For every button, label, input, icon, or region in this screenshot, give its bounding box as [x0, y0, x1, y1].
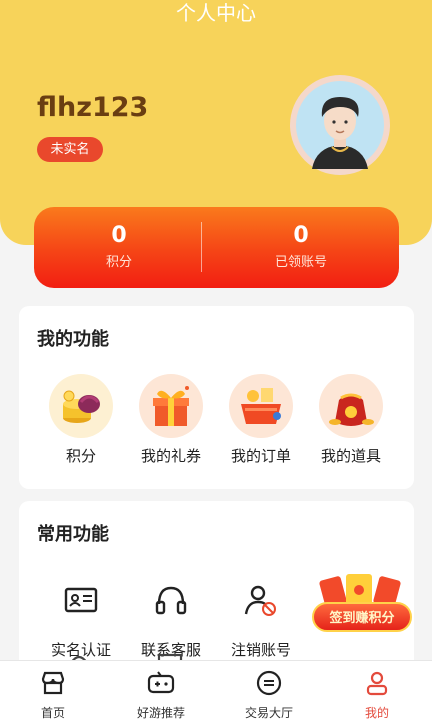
feature-items-label: 我的道具 [320, 447, 381, 465]
stat-points-value: 0 [111, 223, 127, 248]
checkin-banner[interactable]: 签到赚积分 [306, 570, 416, 640]
avatar[interactable] [290, 75, 390, 175]
exchange-icon [224, 669, 314, 697]
tab-bar: 首页 好游推荐 交易大厅 我的 [0, 660, 432, 720]
features-card: 我的功能 积分 我的礼券 我的订单 我的道具 [19, 306, 414, 489]
tab-home[interactable]: 首页 [8, 669, 98, 720]
page-title: 个人中心 [176, 1, 256, 25]
tab-mine[interactable]: 我的 [332, 669, 422, 720]
tab-trade-label: 交易大厅 [244, 706, 293, 720]
tab-mine-label: 我的 [364, 706, 389, 720]
tab-trade[interactable]: 交易大厅 [224, 669, 314, 720]
order-basket-icon [229, 374, 293, 438]
tab-recommend[interactable]: 好游推荐 [116, 669, 206, 720]
user-cancel-icon [229, 568, 293, 632]
headset-icon [139, 568, 203, 632]
stat-accounts-label: 已领账号 [274, 255, 327, 270]
gift-box-icon [139, 374, 203, 438]
common-title: 常用功能 [37, 524, 109, 545]
id-card-icon [49, 568, 113, 632]
tab-home-label: 首页 [40, 706, 65, 720]
checkin-label: 签到赚积分 [312, 602, 412, 632]
stats-card: 0 积分 0 已领账号 [34, 207, 399, 288]
stat-points[interactable]: 0 积分 [34, 221, 204, 275]
feature-orders-label: 我的订单 [230, 447, 291, 465]
feature-coupons-label: 我的礼券 [140, 447, 201, 465]
coins-icon [49, 374, 113, 438]
stat-accounts[interactable]: 0 已领账号 [216, 221, 386, 275]
avatar-icon [296, 81, 384, 169]
feature-orders[interactable]: 我的订单 [216, 374, 306, 468]
username: flhz123 [37, 92, 149, 123]
stats-divider [201, 222, 202, 272]
stat-accounts-value: 0 [293, 223, 309, 248]
tab-recommend-label: 好游推荐 [136, 706, 185, 720]
store-icon [8, 669, 98, 697]
gamepad-icon [116, 669, 206, 697]
features-title: 我的功能 [37, 329, 109, 350]
verify-status-badge[interactable]: 未实名 [37, 137, 103, 162]
person-icon [332, 669, 422, 697]
treasure-bag-icon [319, 374, 383, 438]
stat-points-label: 积分 [105, 255, 132, 270]
feature-coupons[interactable]: 我的礼券 [126, 374, 216, 468]
feature-points[interactable]: 积分 [36, 374, 126, 468]
feature-points-label: 积分 [65, 447, 96, 465]
feature-items[interactable]: 我的道具 [306, 374, 396, 468]
